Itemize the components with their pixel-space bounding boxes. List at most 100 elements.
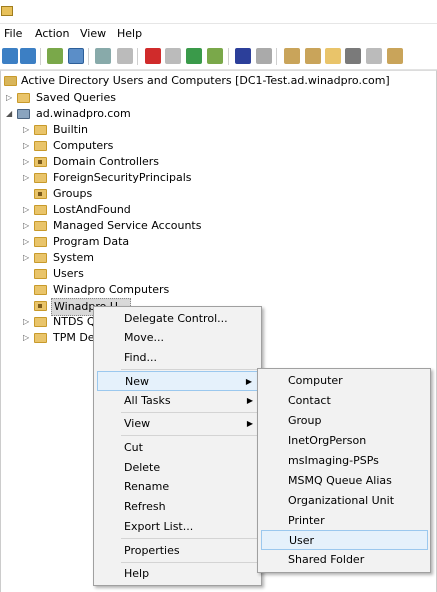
submenu-item-computer[interactable]: Computer [288, 371, 343, 391]
menu-item-rename[interactable]: Rename [124, 477, 169, 497]
menu-item-new[interactable]: New ▶ [97, 371, 259, 391]
menu-item-view[interactable]: View ▶ [97, 414, 259, 434]
folder-icon [34, 221, 47, 231]
tree-node-label: ForeignSecurityPrincipals [53, 171, 192, 184]
add-to-group-icon[interactable] [387, 48, 403, 64]
expand-arrow-icon[interactable]: ▷ [23, 314, 31, 330]
folder-icon [34, 141, 47, 151]
tree-node-label: NTDS Qu [53, 315, 93, 328]
folder-icon [34, 125, 47, 135]
tree-node-label: ad.winadpro.com [36, 107, 131, 120]
filter-icon[interactable] [345, 48, 361, 64]
folder-icon [34, 253, 47, 263]
delete-icon[interactable] [145, 48, 161, 64]
submenu-arrow-icon: ▶ [245, 377, 252, 386]
menu-item-view-label: View [124, 417, 151, 430]
tree-node-label: Users [53, 267, 84, 280]
submenu-arrow-icon: ▶ [246, 396, 253, 405]
help-icon[interactable] [235, 48, 251, 64]
expand-arrow-icon[interactable]: ▷ [23, 330, 31, 346]
folder-icon [34, 237, 47, 247]
properties-icon[interactable] [165, 48, 181, 64]
cut-icon[interactable] [95, 48, 111, 64]
folder-icon [34, 205, 47, 215]
refresh-icon[interactable] [186, 48, 202, 64]
submenu-item-shared-folder[interactable]: Shared Folder [288, 550, 428, 570]
expand-arrow-icon[interactable]: ▷ [23, 202, 31, 218]
up-folder-icon[interactable] [47, 48, 63, 64]
submenu-item-msmq-queue-alias[interactable]: MSMQ Queue Alias [288, 471, 392, 491]
menu-item-all-tasks-label: All Tasks [124, 394, 171, 407]
menu-item-move[interactable]: Move... [124, 328, 164, 348]
forward-icon[interactable] [20, 48, 36, 64]
expand-arrow-icon[interactable]: ▷ [23, 234, 31, 250]
submenu-item-group[interactable]: Group [288, 411, 322, 431]
submenu-item-user[interactable]: User [261, 530, 428, 550]
folder-icon [34, 333, 47, 343]
menu-help[interactable]: Help [117, 27, 142, 40]
menu-file[interactable]: File [4, 27, 22, 40]
submenu-item-printer[interactable]: Printer [288, 511, 325, 531]
tree-node-label: Computers [53, 139, 114, 152]
toolbar-separator [137, 48, 138, 65]
tree-node-label: Saved Queries [36, 91, 116, 104]
show-tree-icon[interactable] [68, 48, 84, 64]
tree-node-label: Builtin [53, 123, 88, 136]
expand-arrow-icon[interactable]: ▷ [23, 218, 31, 234]
menu-item-find[interactable]: Find... [124, 348, 157, 368]
submenu-arrow-icon: ▶ [246, 419, 253, 428]
menu-item-properties[interactable]: Properties [124, 541, 180, 561]
new-submenu: Computer Contact Group InetOrgPerson msI… [257, 368, 431, 573]
console-root-icon [4, 76, 17, 86]
menu-separator [121, 538, 259, 539]
tree-node-label: System [53, 251, 95, 264]
toolbar-separator [276, 48, 277, 65]
menu-item-export-list[interactable]: Export List... [124, 517, 193, 537]
new-ou-icon[interactable] [325, 48, 341, 64]
menu-item-delegate-control[interactable]: Delegate Control... [124, 309, 228, 329]
tree-node-label: LostAndFound [53, 203, 131, 216]
menu-item-refresh[interactable]: Refresh [124, 497, 166, 517]
menu-view[interactable]: View [80, 27, 106, 40]
expand-arrow-icon[interactable]: ▷ [6, 90, 14, 106]
menu-bar: File Action View Help [0, 24, 437, 44]
app-icon [1, 6, 13, 16]
folder-icon [34, 173, 47, 183]
menu-item-new-label: New [125, 375, 149, 388]
collapse-arrow-icon[interactable]: ◢ [6, 106, 14, 122]
toolbar-separator [228, 48, 229, 65]
new-group-icon[interactable] [305, 48, 321, 64]
expand-arrow-icon[interactable]: ▷ [23, 122, 31, 138]
menu-action[interactable]: Action [35, 27, 69, 40]
menu-item-delete[interactable]: Delete [124, 458, 160, 478]
expand-arrow-icon[interactable]: ▷ [23, 138, 31, 154]
menu-item-all-tasks[interactable]: All Tasks ▶ [97, 391, 259, 411]
menu-separator [121, 562, 259, 563]
submenu-item-inetorgperson[interactable]: InetOrgPerson [288, 431, 366, 451]
tree-root-label: Active Directory Users and Computers [DC… [21, 74, 390, 87]
menu-item-cut[interactable]: Cut [124, 438, 143, 458]
tree-node-label: Managed Service Accounts [53, 219, 202, 232]
view-icon[interactable] [256, 48, 272, 64]
folder-icon [34, 317, 47, 327]
expand-arrow-icon[interactable]: ▷ [23, 170, 31, 186]
menu-item-help[interactable]: Help [124, 564, 149, 584]
toolbar-separator [40, 48, 41, 65]
tree-node-label: Program Data [53, 235, 130, 248]
new-user-icon[interactable] [284, 48, 300, 64]
menu-separator [121, 412, 259, 413]
expand-arrow-icon[interactable]: ▷ [23, 154, 31, 170]
back-icon[interactable] [2, 48, 18, 64]
folder-icon [17, 93, 30, 103]
toolbar-separator [88, 48, 89, 65]
menu-separator [121, 369, 259, 370]
find-icon[interactable] [366, 48, 382, 64]
submenu-item-contact[interactable]: Contact [288, 391, 331, 411]
export-icon[interactable] [207, 48, 223, 64]
expand-arrow-icon[interactable]: ▷ [23, 250, 31, 266]
tree-node-label: Domain Controllers [53, 155, 160, 168]
copy-icon[interactable] [117, 48, 133, 64]
tree-node-label: TPM Dev [53, 331, 93, 344]
submenu-item-organizational-unit[interactable]: Organizational Unit [288, 491, 394, 511]
submenu-item-msimaging-psps[interactable]: msImaging-PSPs [288, 451, 379, 471]
